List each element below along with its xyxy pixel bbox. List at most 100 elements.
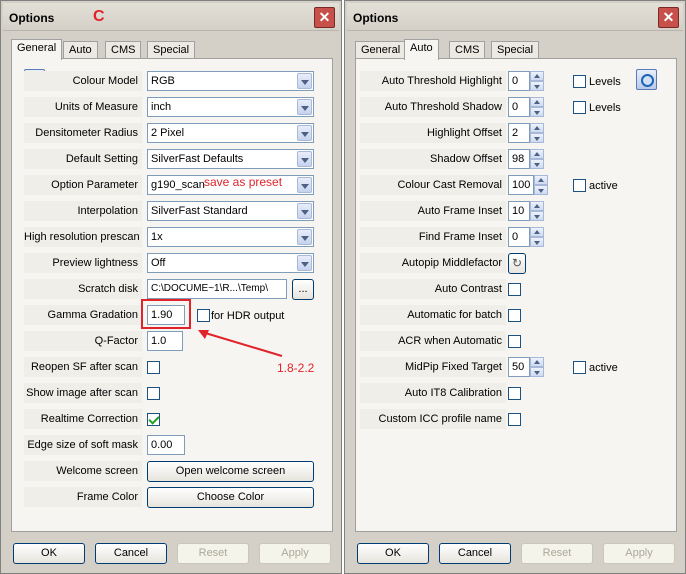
arrow-down-icon[interactable] [530,211,544,221]
densitometer-label: Densitometer Radius [24,123,142,143]
interpolation-select[interactable]: SilverFast Standard [147,201,314,221]
preview-lightness-select[interactable]: Off [147,253,314,273]
chevron-down-icon[interactable] [297,73,312,89]
show-image-checkbox[interactable] [147,387,160,400]
open-welcome-screen-button[interactable]: Open welcome screen [147,461,314,482]
choose-color-button[interactable]: Choose Color [147,487,314,508]
arrow-down-icon[interactable] [530,81,544,91]
gamma-gradation-input[interactable]: 1.90 [147,305,185,325]
auto-frame-inset-input[interactable]: 10 [508,201,530,221]
ath-input[interactable]: 0 [508,71,530,91]
ats-stepper[interactable] [530,97,544,117]
tab-general[interactable]: General [11,39,63,60]
ath-levels-checkbox[interactable] [573,75,586,88]
icc-checkbox[interactable] [508,413,521,426]
autopip-button[interactable]: ↻ [508,253,526,274]
chevron-down-icon[interactable] [297,229,312,245]
chevron-down-icon[interactable] [297,151,312,167]
highlight-offset-stepper[interactable] [530,123,544,143]
find-frame-inset-stepper[interactable] [530,227,544,247]
arrow-down-icon[interactable] [530,159,544,169]
midpip-input[interactable]: 50 [508,357,530,377]
arrow-down-icon[interactable] [530,237,544,247]
close-button[interactable]: ✕ [658,7,679,28]
acr-checkbox[interactable] [508,335,521,348]
densitometer-select[interactable]: 2 Pixel [147,123,314,143]
colour-model-select[interactable]: RGB [147,71,314,91]
close-icon: ✕ [662,9,675,25]
reopen-checkbox[interactable] [147,361,160,374]
close-button[interactable]: ✕ [314,7,335,28]
highlight-offset-input[interactable]: 2 [508,123,530,143]
browse-button[interactable]: ... [292,279,314,300]
units-label: Units of Measure [24,97,142,117]
arrow-down-icon[interactable] [530,107,544,117]
apply-button[interactable]: Apply [603,543,675,564]
arrow-up-icon[interactable] [530,227,544,237]
ath-levels-label: Levels [589,76,621,88]
default-setting-select[interactable]: SilverFast Defaults [147,149,314,169]
gamma-gradation-label: Gamma Gradation [24,305,142,325]
midpip-stepper[interactable] [530,357,544,377]
tab-cms[interactable]: CMS [105,41,142,59]
arrow-down-icon[interactable] [530,367,544,377]
tab-special[interactable]: Special [491,41,540,59]
highlight-offset-label: Highlight Offset [360,123,506,143]
arrow-up-icon[interactable] [534,175,548,185]
preview-lightness-label: Preview lightness [24,253,142,273]
edge-size-input[interactable]: 0.00 [147,435,185,455]
tab-cms[interactable]: CMS [449,41,486,59]
arrow-up-icon[interactable] [530,201,544,211]
colour-cast-input[interactable]: 100 [508,175,534,195]
chevron-down-icon[interactable] [297,203,312,219]
units-select[interactable]: inch [147,97,314,117]
ok-button[interactable]: OK [357,543,429,564]
ats-levels-checkbox[interactable] [573,101,586,114]
arrow-up-icon[interactable] [530,357,544,367]
arrow-down-icon[interactable] [530,133,544,143]
it8-checkbox[interactable] [508,387,521,400]
arrow-up-icon[interactable] [530,71,544,81]
shadow-offset-stepper[interactable] [530,149,544,169]
cancel-button[interactable]: Cancel [95,543,167,564]
tab-auto[interactable]: Auto [404,39,439,60]
chevron-down-icon[interactable] [297,99,312,115]
arrow-up-icon[interactable] [530,123,544,133]
ats-input[interactable]: 0 [508,97,530,117]
colour-cast-stepper[interactable] [534,175,548,195]
chevron-down-icon[interactable] [297,255,312,271]
arrow-up-icon[interactable] [530,97,544,107]
find-frame-inset-input[interactable]: 0 [508,227,530,247]
help-icon[interactable] [636,69,657,90]
hires-prescan-select[interactable]: 1x [147,227,314,247]
midpip-active-checkbox[interactable] [573,361,586,374]
auto-frame-inset-stepper[interactable] [530,201,544,221]
qfactor-input[interactable]: 1.0 [147,331,183,351]
title-bar[interactable]: Options C ✕ [3,3,339,31]
apply-button[interactable]: Apply [259,543,331,564]
arrow-up-icon[interactable] [530,149,544,159]
default-setting-value: SilverFast Defaults [151,153,244,165]
arrow-down-icon[interactable] [534,185,548,195]
colour-model-value: RGB [151,75,175,87]
auto-contrast-checkbox[interactable] [508,283,521,296]
reset-button[interactable]: Reset [177,543,249,564]
colour-cast-active-checkbox[interactable] [573,179,586,192]
chevron-down-icon[interactable] [297,177,312,193]
chevron-down-icon[interactable] [297,125,312,141]
automatic-batch-label: Automatic for batch [360,305,506,325]
ok-button[interactable]: OK [13,543,85,564]
colour-cast-label: Colour Cast Removal [360,175,506,195]
shadow-offset-input[interactable]: 98 [508,149,530,169]
automatic-batch-checkbox[interactable] [508,309,521,322]
title-bar[interactable]: Options ✕ [347,3,683,31]
cancel-button[interactable]: Cancel [439,543,511,564]
tab-auto[interactable]: Auto [63,41,98,59]
reset-button[interactable]: Reset [521,543,593,564]
hdr-output-checkbox[interactable] [197,309,210,322]
realtime-correction-checkbox[interactable] [147,413,160,426]
tab-general[interactable]: General [355,41,407,59]
tab-special[interactable]: Special [147,41,196,59]
annotation-marker: C [93,8,105,25]
ath-stepper[interactable] [530,71,544,91]
